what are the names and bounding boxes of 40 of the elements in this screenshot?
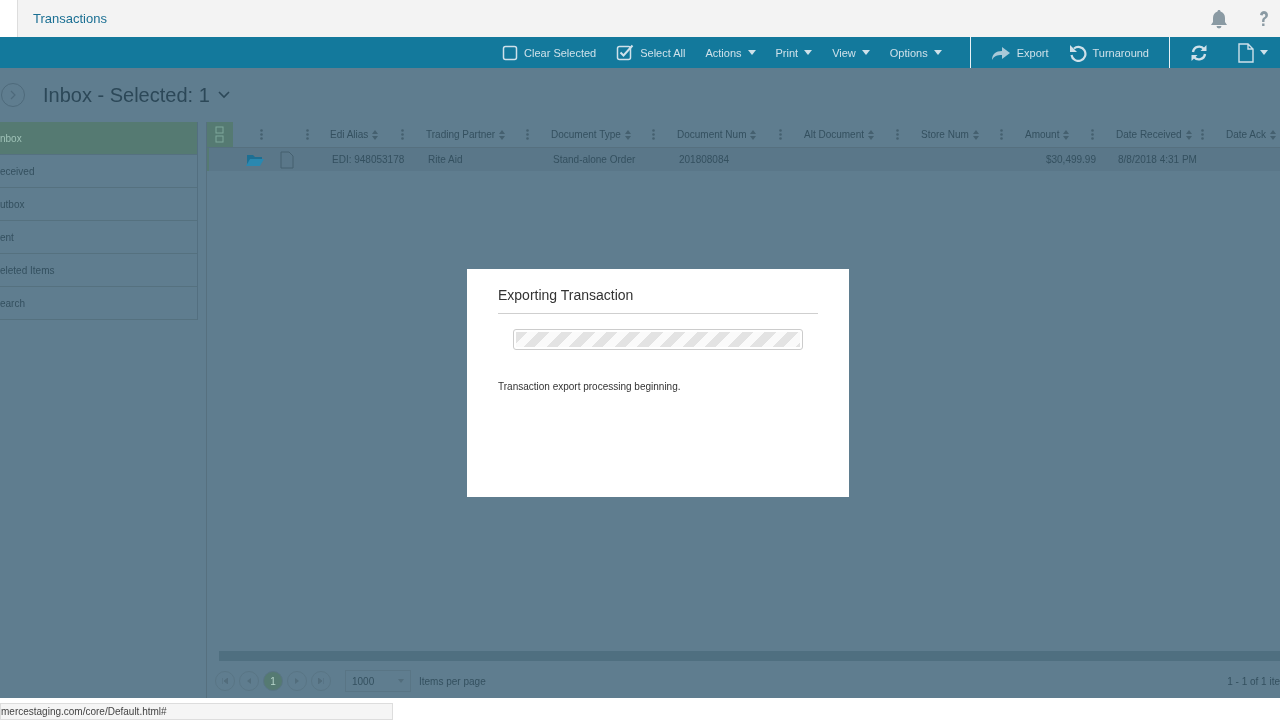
- checklist-icon: [215, 125, 225, 144]
- dialog-message: Transaction export processing beginning.: [498, 381, 682, 392]
- page-title: Transactions: [33, 11, 107, 26]
- toolbar-button[interactable]: Clear Selected: [496, 42, 603, 63]
- sort-icon: [972, 129, 979, 140]
- menu-button[interactable]: View: [826, 44, 876, 61]
- sort-icon: [1063, 129, 1070, 140]
- caret-icon: [1260, 50, 1268, 55]
- caret-icon: [933, 50, 942, 55]
- help-icon: [1258, 9, 1270, 28]
- caret-icon: [861, 50, 870, 55]
- undo-icon: [1068, 43, 1087, 62]
- document-icon: [1238, 42, 1254, 63]
- folder-icon: [245, 153, 264, 166]
- document-icon: [280, 150, 294, 169]
- checkbox-icon: [502, 44, 519, 61]
- refresh-icon: [1190, 43, 1208, 62]
- sort-icon: [372, 129, 379, 140]
- folder-item[interactable]: nbox: [0, 122, 197, 155]
- menu-button[interactable]: Print: [769, 44, 819, 61]
- status-url: mercestaging.com/core/Default.html#: [0, 703, 393, 720]
- caret-icon: [747, 50, 756, 55]
- menu-button[interactable]: Actions: [699, 44, 762, 61]
- page-button[interactable]: 1: [263, 671, 283, 691]
- sort-icon: [499, 129, 506, 140]
- menu-button[interactable]: Options: [883, 44, 948, 61]
- sort-icon: [750, 129, 757, 140]
- share-arrow-icon: [990, 44, 1011, 61]
- toolbar-button[interactable]: Export: [984, 42, 1055, 63]
- sort-icon: [1185, 129, 1192, 140]
- sort-icon: [868, 129, 875, 140]
- sort-icon: [1270, 129, 1277, 140]
- toolbar-button[interactable]: Turnaround: [1062, 41, 1155, 64]
- sort-icon: [624, 129, 631, 140]
- caret-icon: [804, 50, 813, 55]
- dialog-title: Exporting Transaction: [498, 287, 635, 305]
- bell-icon: [1210, 8, 1228, 29]
- toolbar-button[interactable]: Select All: [610, 42, 692, 63]
- checked-box-icon: [616, 44, 635, 61]
- chevron-down-icon: [217, 91, 230, 99]
